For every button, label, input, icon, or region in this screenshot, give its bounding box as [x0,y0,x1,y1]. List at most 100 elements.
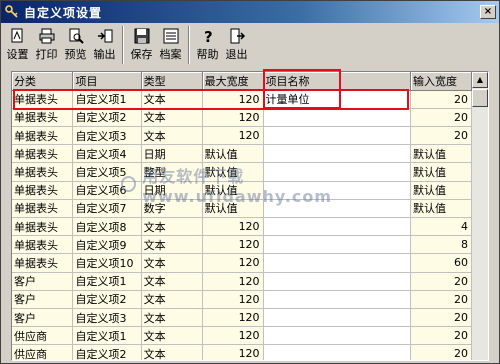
table-cell: 默认值 [202,199,264,219]
table-row[interactable]: 单据表头 自定义项3 文本 120 20 [12,126,473,146]
table-row[interactable]: 单据表头 自定义项10 文本 120 60 [12,253,473,273]
table-cell[interactable] [263,344,411,360]
column-header[interactable]: 项目名称 [263,72,411,91]
table-cell: 120 [202,253,264,273]
table-row[interactable]: 单据表头 自定义项5 整型 默认值 默认值 [12,162,473,182]
table-cell: 文本 [141,308,203,328]
table-row[interactable]: 单据表头 自定义项7 数字 默认值 默认值 [12,199,473,219]
table-row[interactable]: 单据表头 自定义项8 文本 120 4 [12,217,473,237]
table-cell[interactable]: 默认值 [410,162,473,182]
table-row[interactable]: 单据表头 自定义项4 日期 默认值 默认值 [12,144,473,164]
column-header[interactable]: 类型 [141,72,203,91]
table-row[interactable]: 供应商 自定义项1 文本 120 20 [12,326,473,346]
window-title: 自定义项设置 [24,5,103,20]
table-row[interactable]: 客户 自定义项3 文本 120 20 [12,308,473,328]
table-cell: 120 [202,344,264,360]
table-cell[interactable]: 20 [410,308,473,328]
table-cell[interactable] [263,162,411,182]
table-row[interactable]: 供应商 自定义项2 文本 120 20 [12,344,473,360]
table-cell: 文本 [141,235,203,255]
table-cell: 文本 [141,217,203,237]
table-cell: 自定义项2 [72,290,142,309]
vertical-scrollbar[interactable]: ▲ [472,72,488,360]
table-cell[interactable] [263,126,411,146]
table-cell: 默认值 [202,181,264,200]
column-header[interactable]: 最大宽度 [202,72,264,91]
toolbar-button-label: 保存 [130,48,153,61]
table-cell[interactable]: 默认值 [410,144,473,164]
table-cell[interactable]: 20 [410,344,473,360]
table-cell: 供应商 [12,326,74,346]
table-cell[interactable]: 计量单位 [263,90,411,109]
table-cell[interactable] [263,253,411,273]
table-cell[interactable]: 20 [410,126,473,146]
table-cell[interactable] [263,181,411,200]
table-cell: 自定义项1 [72,326,142,346]
table-cell[interactable]: 8 [410,235,473,255]
table-cell[interactable]: 20 [410,90,473,109]
archive-icon [162,27,180,45]
table-cell[interactable] [263,217,411,237]
archive-button[interactable]: 档案 [156,25,185,65]
table-cell[interactable]: 默认值 [410,199,473,219]
setup-button[interactable]: 设置 [3,25,32,65]
table-row[interactable]: 客户 自定义项2 文本 120 20 [12,290,473,309]
help-icon: ? [199,27,217,45]
table-cell[interactable]: 20 [410,108,473,128]
table-cell: 120 [202,272,264,291]
toolbar-button-label: 帮助 [196,48,219,61]
table-cell[interactable]: 60 [410,253,473,273]
preview-button[interactable]: 预览 [61,25,90,65]
scroll-thumb[interactable] [472,89,488,107]
toolbar-button-label: 档案 [159,48,182,61]
table-cell: 单据表头 [12,217,74,237]
table-cell[interactable] [263,272,411,291]
table-cell[interactable] [263,290,411,309]
table-cell: 文本 [141,253,203,273]
key-icon [5,5,19,19]
table-cell: 文本 [141,126,203,146]
save-button[interactable]: 保存 [127,25,156,65]
table-cell: 自定义项5 [72,162,142,182]
close-button[interactable]: × [480,5,496,19]
exit-button[interactable]: 退出 [222,25,251,65]
table-cell: 整型 [141,162,203,182]
table-cell: 自定义项7 [72,199,142,219]
scroll-up-icon[interactable]: ▲ [472,72,488,88]
table-cell: 自定义项1 [72,272,142,291]
print-button[interactable]: 打印 [32,25,61,65]
table-cell: 120 [202,217,264,237]
table-cell[interactable]: 默认值 [410,181,473,200]
table-row[interactable]: 单据表头 自定义项9 文本 120 8 [12,235,473,255]
table-cell: 文本 [141,90,203,109]
table-cell[interactable] [263,235,411,255]
setup-icon [9,27,27,45]
column-header[interactable]: 输入宽度 [410,72,473,91]
table-row[interactable]: 单据表头 自定义项6 日期 默认值 默认值 [12,181,473,200]
column-header[interactable]: 分类 [12,72,74,91]
table-row[interactable]: 单据表头 自定义项2 文本 120 20 [12,108,473,128]
table-cell[interactable] [263,308,411,328]
table-cell[interactable]: 20 [410,272,473,291]
table-cell[interactable]: 20 [410,290,473,309]
table-cell: 120 [202,326,264,346]
table-row[interactable]: 单据表头 自定义项1 文本 120 计量单位 20 [12,90,473,109]
help-button[interactable]: ? 帮助 [193,25,222,65]
table-cell[interactable]: 20 [410,326,473,346]
table-cell[interactable] [263,326,411,346]
table-cell: 文本 [141,290,203,309]
column-header[interactable]: 项目 [72,72,142,91]
table-cell: 供应商 [12,344,74,360]
table-cell[interactable]: 4 [410,217,473,237]
table-cell[interactable] [263,108,411,128]
table-cell: 自定义项2 [72,108,142,128]
table-cell[interactable] [263,199,411,219]
table-cell: 数字 [141,199,203,219]
table-row[interactable]: 客户 自定义项1 文本 120 20 [12,272,473,291]
table-cell: 120 [202,290,264,309]
table-cell: 单据表头 [12,253,74,273]
table-cell[interactable] [263,144,411,164]
export-button[interactable]: 输出 [90,25,119,65]
settings-grid: 分类 项目 类型 最大宽度 项目名称 输入宽度 单据表头 自定义项1 文本 120 计量单位 20 单… [11,71,489,361]
table-cell: 单据表头 [12,126,74,146]
